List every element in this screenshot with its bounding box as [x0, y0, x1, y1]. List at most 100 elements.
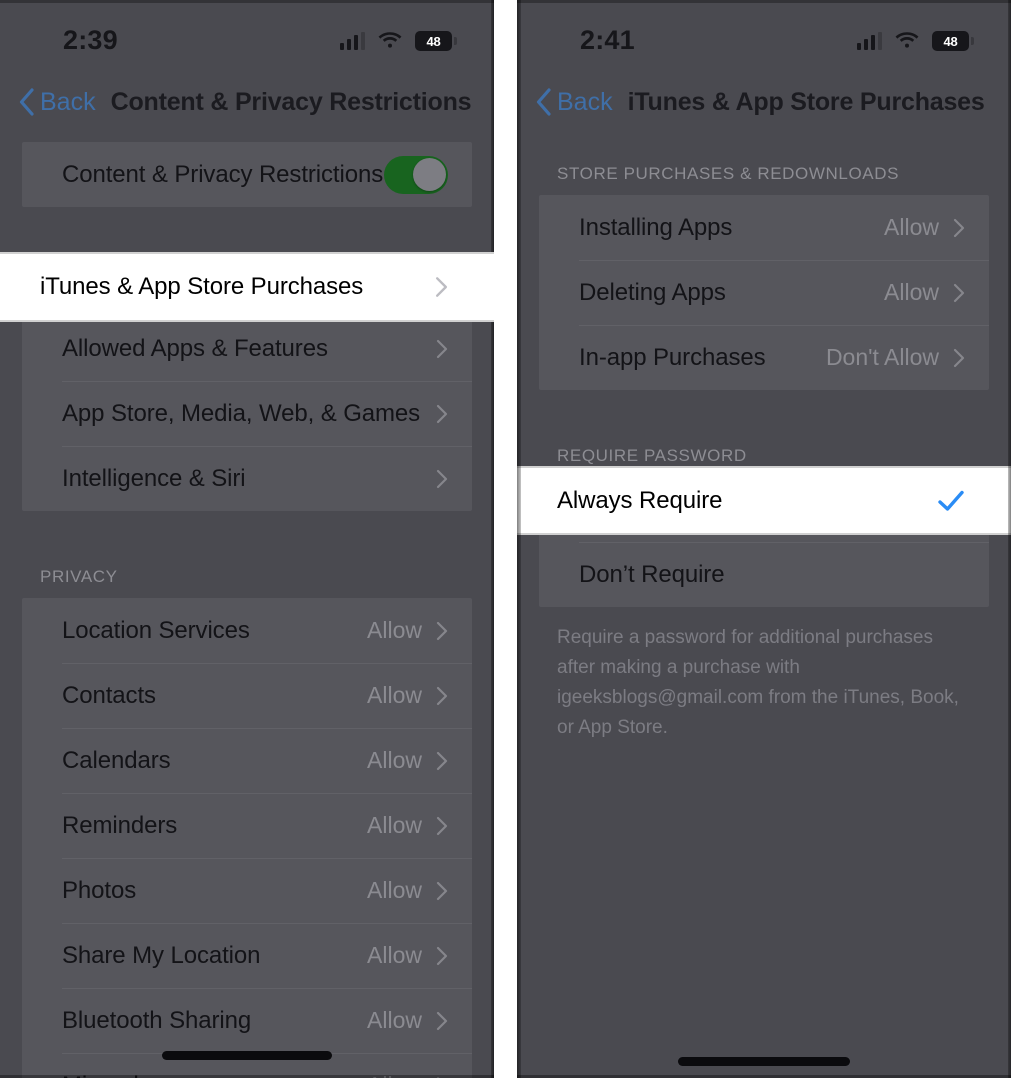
row-accessory: Allow [367, 942, 448, 969]
row-accessory: Allow [367, 877, 448, 904]
require-password-footnote: Require a password for additional purcha… [557, 627, 959, 738]
row-label: Intelligence & Siri [62, 464, 246, 492]
right-phone-screen: 2:41 48 Back iTunes & App Store Purchase… [517, 0, 1011, 1078]
panel-gap [494, 0, 517, 1078]
highlighted-row-always-require[interactable]: Always Require [517, 466, 1011, 535]
back-button-label[interactable]: Back [40, 88, 96, 117]
row-value: Allow [367, 682, 422, 708]
highlighted-row-inner: iTunes & App Store Purchases [22, 252, 472, 322]
row-accessory: Allow [884, 214, 965, 241]
left-status-bar: 2:39 48 [0, 0, 494, 74]
highlighted-row-itunes-app-store-purchases[interactable]: iTunes & App Store Purchases [0, 252, 494, 322]
row-accessory: Allow [367, 617, 448, 644]
status-bar-time: 2:39 [63, 24, 118, 55]
row-location-services[interactable]: Location Services Allow [22, 598, 472, 663]
restriction-items-group: Allowed Apps & Features App Store, Media… [22, 316, 472, 511]
highlighted-row-inner: Always Require [539, 466, 989, 535]
status-bar-icons: 48 [856, 31, 974, 51]
left-phone-screen: 2:39 48 Back Content & Privacy Restricti… [0, 0, 494, 1078]
chevron-right-icon [436, 404, 448, 423]
store-purchases-group: Installing Apps Allow Deleting Apps Allo… [539, 195, 989, 390]
row-dont-require[interactable]: Don’t Require [539, 542, 989, 607]
row-label: Photos [62, 876, 137, 904]
row-label: Don’t Require [579, 560, 725, 588]
row-label: Content & Privacy Restrictions [62, 160, 384, 188]
row-photos[interactable]: Photos Allow [22, 858, 472, 923]
battery-level-label: 48 [943, 33, 958, 49]
right-top-edge [517, 0, 1011, 3]
row-label: Share My Location [62, 941, 261, 969]
chevron-right-icon [436, 881, 448, 900]
chevron-right-icon [436, 621, 448, 640]
chevron-right-icon [436, 751, 448, 770]
row-label: Calendars [62, 746, 171, 774]
row-content-privacy-restrictions[interactable]: Content & Privacy Restrictions [22, 142, 472, 207]
row-label: In-app Purchases [579, 343, 766, 371]
left-nav-bar: Back Content & Privacy Restrictions [0, 74, 494, 130]
wifi-icon [378, 32, 402, 48]
row-share-my-location[interactable]: Share My Location Allow [22, 923, 472, 988]
row-value: Allow [367, 942, 422, 968]
row-calendars[interactable]: Calendars Allow [22, 728, 472, 793]
wifi-icon [895, 32, 919, 48]
row-value: Allow [367, 812, 422, 838]
screenshot-stage: 2:39 48 Back Content & Privacy Restricti… [0, 0, 1011, 1078]
right-status-bar: 2:41 48 [517, 0, 1011, 74]
row-app-store-media-web-games[interactable]: App Store, Media, Web, & Games [22, 381, 472, 446]
chevron-right-icon [436, 469, 448, 488]
row-accessory: Allow [367, 1007, 448, 1034]
row-label: Installing Apps [579, 213, 733, 241]
section-header-privacy: PRIVACY [40, 567, 118, 586]
row-value: Allow [367, 877, 422, 903]
row-accessory: Allow [367, 682, 448, 709]
row-accessory: Don't Allow [826, 344, 965, 371]
checkmark-icon [938, 490, 964, 511]
row-installing-apps[interactable]: Installing Apps Allow [539, 195, 989, 260]
row-value: Don't Allow [825, 344, 939, 370]
row-value: Allow [367, 617, 422, 643]
status-bar-icons: 48 [339, 31, 457, 51]
battery-level-label: 48 [426, 33, 441, 49]
row-contacts[interactable]: Contacts Allow [22, 663, 472, 728]
row-label: Allowed Apps & Features [62, 334, 328, 362]
row-reminders[interactable]: Reminders Allow [22, 793, 472, 858]
row-allowed-apps-features[interactable]: Allowed Apps & Features [22, 316, 472, 381]
chevron-right-icon [436, 339, 448, 358]
row-accessory [436, 339, 448, 359]
content-privacy-restrictions-toggle[interactable] [384, 155, 448, 194]
chevron-left-icon[interactable] [530, 87, 556, 117]
home-indicator [678, 1057, 850, 1066]
chevron-right-icon [436, 816, 448, 835]
cellular-signal-icon [856, 32, 882, 50]
home-indicator [162, 1051, 332, 1060]
row-intelligence-siri[interactable]: Intelligence & Siri [22, 446, 472, 511]
status-bar-time: 2:41 [580, 24, 635, 55]
row-accessory [384, 155, 448, 194]
row-label: Location Services [62, 616, 250, 644]
row-deleting-apps[interactable]: Deleting Apps Allow [539, 260, 989, 325]
row-accessory: Allow [367, 747, 448, 774]
chevron-right-icon [953, 348, 965, 367]
battery-icon: 48 [932, 31, 974, 51]
right-nav-bar: Back iTunes & App Store Purchases [517, 74, 1011, 130]
page-title: iTunes & App Store Purchases [627, 87, 985, 116]
row-in-app-purchases[interactable]: In-app Purchases Don't Allow [539, 325, 989, 390]
row-label: Reminders [62, 811, 178, 839]
row-value: Allow [884, 214, 939, 240]
back-button-label[interactable]: Back [557, 88, 613, 117]
row-accessory: Allow [367, 812, 448, 839]
row-accessory: Allow [884, 279, 965, 306]
row-label: iTunes & App Store Purchases [40, 273, 364, 300]
section-header-store-purchases: STORE PURCHASES & REDOWNLOADS [557, 164, 900, 183]
row-label: Deleting Apps [579, 278, 726, 306]
row-bluetooth-sharing[interactable]: Bluetooth Sharing Allow [22, 988, 472, 1053]
row-label: Always Require [557, 486, 723, 514]
row-value: Allow [367, 1007, 422, 1033]
chevron-right-icon [953, 218, 965, 237]
privacy-group: Location Services Allow Contacts Allow C… [22, 598, 472, 1078]
row-accessory [436, 469, 448, 489]
cellular-signal-icon [339, 32, 365, 50]
page-title: Content & Privacy Restrictions [110, 87, 472, 116]
row-value: Allow [367, 747, 422, 773]
chevron-left-icon[interactable] [13, 87, 39, 117]
